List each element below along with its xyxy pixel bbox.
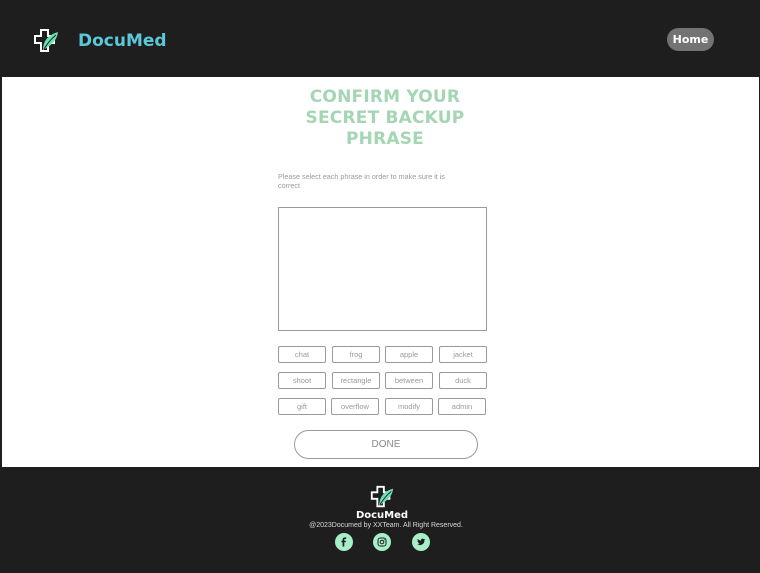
- word-chip-chat[interactable]: chat: [278, 346, 326, 363]
- medical-cross-leaf-icon: [34, 29, 58, 52]
- header: DocuMed Home: [2, 2, 759, 77]
- selected-phrase-box[interactable]: [278, 207, 487, 331]
- word-chip-between[interactable]: between: [385, 372, 433, 389]
- instagram-icon[interactable]: [373, 533, 391, 551]
- footer: DocuMed @2023Documed by XXTeam. All Righ…: [2, 467, 759, 570]
- twitter-icon[interactable]: [412, 533, 430, 551]
- word-chip-modify[interactable]: modify: [385, 398, 433, 415]
- brand[interactable]: DocuMed: [32, 27, 167, 55]
- word-chip-jacket[interactable]: jacket: [439, 346, 487, 363]
- medical-cross-leaf-icon: [370, 485, 394, 508]
- home-button[interactable]: Home: [667, 28, 714, 51]
- footer-brand-name: DocuMed: [355, 510, 409, 521]
- word-chip-frog[interactable]: frog: [332, 346, 380, 363]
- copyright-text: @2023Documed by XXTeam. All Right Reserv…: [309, 522, 463, 529]
- main-content: CONFIRM YOUR SECRET BACKUP PHRASE Please…: [2, 77, 759, 467]
- page: DocuMed Home CONFIRM YOUR SECRET BACKUP …: [0, 0, 760, 573]
- facebook-icon[interactable]: [335, 533, 353, 551]
- word-chip-admin[interactable]: admin: [438, 398, 486, 415]
- word-chip-duck[interactable]: duck: [439, 372, 487, 389]
- word-chip-overflow[interactable]: overflow: [331, 398, 379, 415]
- page-title: CONFIRM YOUR SECRET BACKUP PHRASE: [305, 87, 465, 149]
- word-chip-shoot[interactable]: shoot: [278, 372, 326, 389]
- word-chip-rectangle[interactable]: rectangle: [332, 372, 380, 389]
- word-chip-apple[interactable]: apple: [385, 346, 433, 363]
- done-button[interactable]: DONE: [294, 430, 478, 459]
- brand-name: DocuMed: [78, 31, 167, 51]
- word-chip-gift[interactable]: gift: [278, 398, 326, 415]
- instructions-text: Please select each phrase in order to ma…: [278, 172, 445, 190]
